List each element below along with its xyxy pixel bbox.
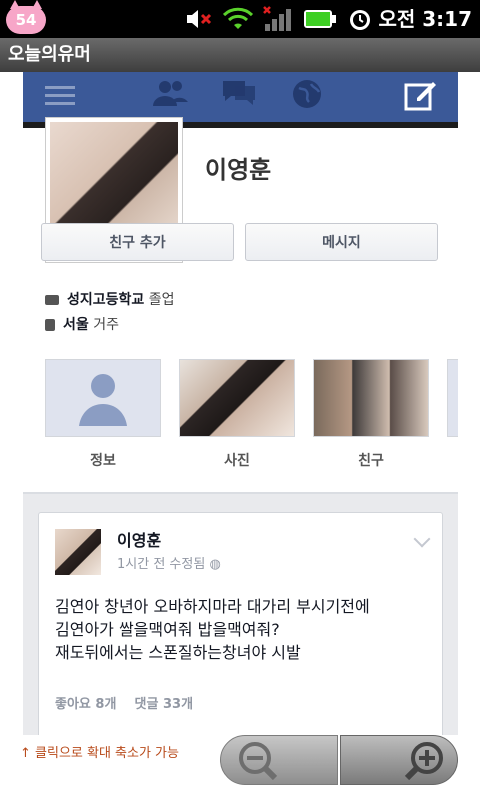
message-button[interactable]: 메시지 (245, 223, 438, 261)
location-info: 서울 거주 (45, 314, 119, 334)
mute-icon (187, 10, 212, 28)
about-tile[interactable] (45, 359, 161, 437)
timeline-post: 이영훈 1시간 전 수정됨 ◍ 김연아 창년아 오바하지마라 대가리 부시기전에… (38, 512, 443, 735)
clock: 오전 3:17 (378, 7, 472, 31)
alarm-icon (350, 10, 370, 30)
city-icon (45, 319, 55, 331)
facebook-nav-bar (23, 72, 458, 122)
more-tile[interactable] (447, 359, 458, 437)
post-meta: 1시간 전 수정됨 ◍ (117, 553, 221, 572)
globe-icon[interactable] (291, 78, 323, 110)
messages-icon[interactable] (221, 78, 257, 108)
privacy-globe-icon: ◍ (209, 557, 221, 572)
status-bar: 54 오전 3:17 (0, 0, 480, 38)
badge-count: 54 (15, 11, 37, 29)
school-status: 졸업 (148, 292, 175, 308)
post-stats: 좋아요 8개 댓글 33개 (55, 693, 193, 712)
education-info: 성지고등학교 졸업 (45, 289, 175, 309)
friends-tile-label: 친구 (358, 453, 384, 469)
school-icon (45, 295, 59, 305)
city-status: 거주 (93, 317, 119, 333)
notification-badge: 54 (6, 0, 46, 34)
person-placeholder-icon (79, 374, 127, 426)
likes-count[interactable]: 좋아요 8개 (55, 697, 116, 712)
photos-tile-label: 사진 (224, 453, 250, 469)
compose-icon[interactable] (403, 78, 437, 112)
app-title: 오늘의유머 (8, 44, 91, 65)
app-title-bar: 오늘의유머 (0, 38, 480, 72)
post-text: 김연아 창년아 오바하지마라 대가리 부시기전에 김연아가 쌀을맥여줘 밥을맥여… (55, 595, 435, 664)
zoom-in-button[interactable] (340, 735, 458, 785)
friends-tile[interactable] (313, 359, 429, 437)
post-options-chevron-icon[interactable] (413, 530, 431, 548)
friends-icon[interactable] (151, 78, 189, 108)
post-line: 김연아 창년아 오바하지마라 대가리 부시기전에 (55, 597, 370, 616)
about-tile-label: 정보 (90, 453, 116, 469)
post-author-avatar[interactable] (55, 529, 101, 575)
signal-icon (263, 6, 291, 31)
school-name[interactable]: 성지고등학교 (67, 292, 144, 308)
comments-count[interactable]: 댓글 33개 (135, 697, 194, 712)
facebook-page: 이영훈 친구 추가 메시지 성지고등학교 졸업 서울 거주 정보 사진 친구 이… (23, 72, 458, 735)
zoom-out-icon (239, 742, 278, 781)
status-icons (185, 4, 373, 34)
menu-icon[interactable] (45, 84, 75, 106)
wifi-icon (223, 7, 253, 29)
city-name[interactable]: 서울 (63, 317, 89, 333)
zoom-in-icon (404, 742, 443, 781)
profile-name: 이영훈 (205, 156, 272, 184)
battery-icon (304, 10, 336, 28)
zoom-hint: ↑ 클릭으로 확대 축소가 가능 (20, 746, 179, 761)
add-friend-button[interactable]: 친구 추가 (41, 223, 234, 261)
photos-tile[interactable] (179, 359, 295, 437)
zoom-controls (220, 735, 460, 785)
post-line: 김연아가 쌀을맥여줘 밥을맥여줘? (55, 620, 280, 639)
post-author-name[interactable]: 이영훈 (117, 527, 161, 551)
post-line: 재도뒤에서는 스폰질하는창녀야 시발 (55, 643, 301, 662)
post-timestamp[interactable]: 1시간 전 수정됨 (117, 557, 205, 572)
zoom-out-button[interactable] (220, 735, 338, 785)
